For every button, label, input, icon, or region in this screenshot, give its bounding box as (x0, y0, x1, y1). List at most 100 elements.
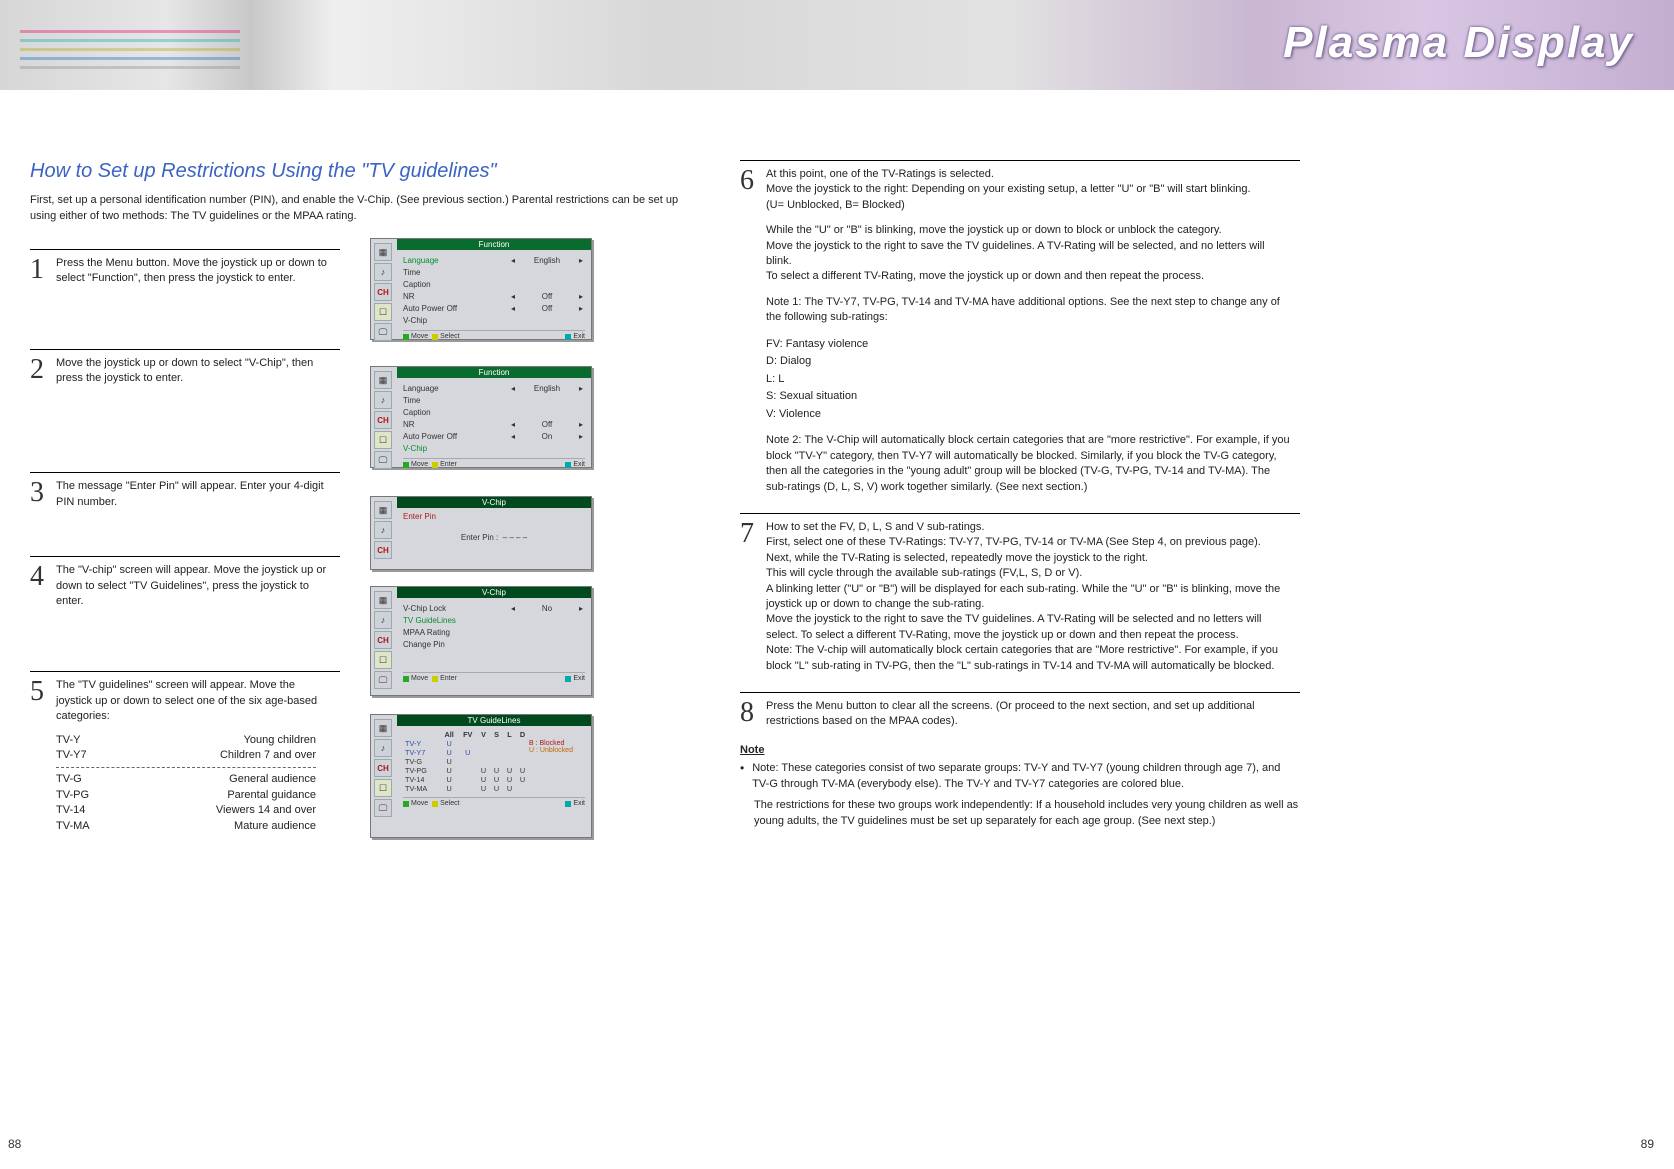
channel-icon: CH (374, 631, 392, 649)
channel-icon: CH (374, 541, 392, 559)
foot-move: Move (411, 800, 428, 807)
p: First, select one of these TV-Ratings: T… (766, 535, 1290, 550)
osd-title: V-Chip (397, 497, 591, 508)
osd-enter-pin: ▦ ♪ CH V-Chip Enter Pin Enter Pin : – – … (370, 496, 592, 570)
osd-title: Function (397, 239, 591, 250)
enter-pin-tag: Enter Pin (403, 512, 585, 521)
osd-row-value: Off (517, 304, 577, 313)
p: Move the joystick to the right: Dependin… (766, 182, 1290, 197)
rating-code: TV-G (56, 772, 136, 787)
osd-title: Function (397, 367, 591, 378)
step-1: 1 Press the Menu button. Move the joysti… (30, 249, 340, 287)
note-item: The restrictions for these two groups wo… (740, 797, 1300, 830)
guidelines-grid: AllFVVSLD TV-YU TV-Y7UU TV-GU TV-PGUUUUU… (403, 730, 529, 793)
foot-select: Select (440, 800, 459, 807)
step-text: Move the joystick up or down to select "… (56, 356, 340, 387)
step-number: 8 (740, 699, 766, 727)
p: Move the joystick to the right to save t… (766, 612, 1290, 643)
p: Move the joystick to the right to save t… (766, 239, 1290, 270)
p: How to set the FV, D, L, S and V sub-rat… (766, 520, 1290, 535)
step-number: 7 (740, 520, 766, 548)
rating-code: TV-PG (56, 788, 136, 803)
list-item: S: Sexual situation (766, 388, 1290, 406)
right-column: 6 At this point, one of the TV-Ratings i… (740, 160, 1300, 830)
osd-footer: Move Select Exit (403, 330, 585, 340)
osd-row-label: Time (403, 396, 585, 405)
rating-label: General audience (136, 772, 316, 787)
list-item: FV: Fantasy violence (766, 336, 1290, 354)
osd-row-label: Auto Power Off (403, 432, 509, 441)
sound-icon: ♪ (374, 263, 392, 281)
foot-exit: Exit (573, 675, 585, 682)
p: At this point, one of the TV-Ratings is … (766, 167, 1290, 182)
osd-side-icons: ▦ ♪ CH ☐ 🖵 (371, 715, 397, 821)
foot-exit: Exit (573, 800, 585, 807)
osd-row-label: NR (403, 420, 509, 429)
function-icon: ☐ (374, 303, 392, 321)
step-text: The message "Enter Pin" will appear. Ent… (56, 479, 340, 510)
p: Note 2: The V-Chip will automatically bl… (766, 433, 1290, 495)
channel-icon: CH (374, 411, 392, 429)
step-text: At this point, one of the TV-Ratings is … (766, 167, 1300, 495)
list-item: L: L (766, 371, 1290, 389)
note-item: Note: These categories consist of two se… (740, 760, 1300, 793)
osd-footer: Move Select Exit (403, 797, 585, 807)
osd-row-label: Caption (403, 280, 585, 289)
key-blocked: B : Blocked (529, 740, 585, 747)
pc-icon: 🖵 (374, 451, 392, 469)
osd-row-label: Auto Power Off (403, 304, 509, 313)
foot-select: Select (440, 333, 459, 340)
foot-enter: Enter (440, 461, 457, 468)
step-text: Press the Menu button to clear all the s… (766, 699, 1300, 730)
ratings-table: TV-YYoung children TV-Y7Children 7 and o… (56, 733, 330, 834)
step-2: 2 Move the joystick up or down to select… (30, 349, 340, 387)
list-item: V: Violence (766, 406, 1290, 424)
osd-row-label: MPAA Rating (403, 628, 585, 637)
page-number-left: 88 (8, 1137, 21, 1151)
rating-code: TV-Y (56, 733, 136, 748)
step-4: 4 The "V-chip" screen will appear. Move … (30, 556, 340, 609)
function-icon: ☐ (374, 431, 392, 449)
osd-row-value: No (517, 604, 577, 613)
page-number-right: 89 (1641, 1137, 1654, 1151)
osd-footer: Move Enter Exit (403, 458, 585, 468)
channel-icon: CH (374, 759, 392, 777)
step-number: 4 (30, 563, 56, 591)
pc-icon: 🖵 (374, 799, 392, 817)
osd-function-2: ▦ ♪ CH ☐ 🖵 Function Language◂English▸ Ti… (370, 366, 592, 468)
foot-exit: Exit (573, 461, 585, 468)
osd-row-label: Language (403, 256, 509, 265)
top-banner: Plasma Display (0, 0, 1674, 90)
osd-row-label: Change Pin (403, 640, 585, 649)
foot-move: Move (411, 675, 428, 682)
step-number: 1 (30, 256, 56, 284)
pin-label: Enter Pin : (461, 533, 498, 542)
picture-icon: ▦ (374, 591, 392, 609)
osd-row-label: TV GuideLines (403, 616, 585, 625)
channel-icon: CH (374, 283, 392, 301)
osd-side-icons: ▦ ♪ CH ☐ 🖵 (371, 239, 397, 345)
sound-icon: ♪ (374, 739, 392, 757)
osd-side-icons: ▦ ♪ CH ☐ 🖵 (371, 367, 397, 473)
p: Note: The V-chip will automatically bloc… (766, 643, 1290, 674)
foot-enter: Enter (440, 675, 457, 682)
picture-icon: ▦ (374, 501, 392, 519)
function-icon: ☐ (374, 651, 392, 669)
key-unblocked: U : Unblocked (529, 747, 585, 754)
osd-row-label: Language (403, 384, 509, 393)
pc-icon: 🖵 (374, 323, 392, 341)
osd-function-1: ▦ ♪ CH ☐ 🖵 Function Language◂English▸ Ti… (370, 238, 592, 340)
osd-row-label: NR (403, 292, 509, 301)
sound-icon: ♪ (374, 391, 392, 409)
p: Note: These categories consist of two se… (752, 760, 1300, 793)
step-number: 6 (740, 167, 766, 195)
step-text: How to set the FV, D, L, S and V sub-rat… (766, 520, 1300, 674)
step-number: 5 (30, 678, 56, 706)
step-8: 8 Press the Menu button to clear all the… (740, 692, 1300, 730)
osd-side-icons: ▦ ♪ CH ☐ 🖵 (371, 587, 397, 693)
step-7: 7 How to set the FV, D, L, S and V sub-r… (740, 513, 1300, 674)
sound-icon: ♪ (374, 611, 392, 629)
foot-exit: Exit (573, 333, 585, 340)
note-heading: Note (740, 744, 1300, 756)
pin-value: – – – – (503, 533, 527, 542)
